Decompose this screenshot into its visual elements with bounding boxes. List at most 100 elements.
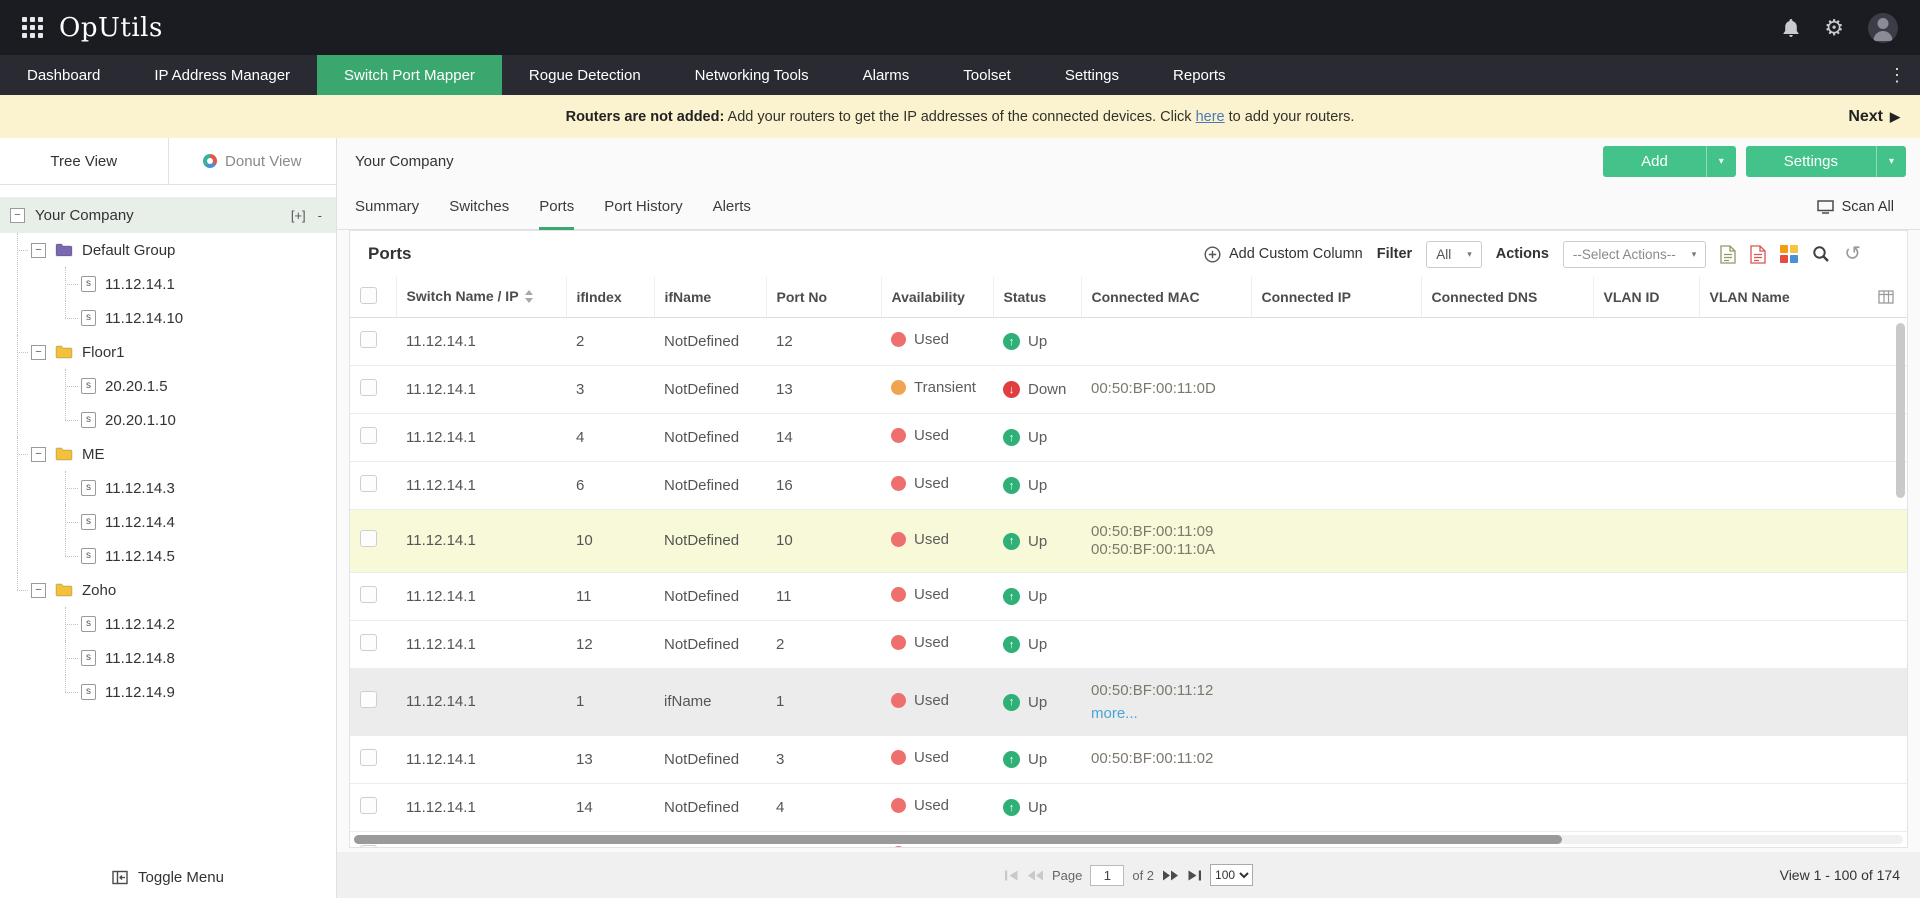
table-row[interactable]: 11.12.14.1 2 NotDefined 12 Used ↑Up	[350, 317, 1907, 365]
nav-item-switch-port-mapper[interactable]: Switch Port Mapper	[317, 55, 502, 95]
column-chooser-color-grid-icon[interactable]	[1780, 245, 1798, 263]
export-pdf-icon[interactable]	[1750, 245, 1766, 264]
tree-item-switch[interactable]: s 11.12.14.10	[61, 301, 336, 335]
nav-item-toolset[interactable]: Toolset	[936, 55, 1038, 95]
row-checkbox[interactable]	[360, 427, 377, 444]
sidebar-tab-tree-view[interactable]: Tree View	[0, 138, 168, 184]
row-checkbox[interactable]	[360, 475, 377, 492]
column-header-status[interactable]: Status	[993, 277, 1081, 317]
tab-alerts[interactable]: Alerts	[713, 184, 751, 229]
column-header-port-no[interactable]: Port No	[766, 277, 881, 317]
row-checkbox[interactable]	[360, 845, 377, 849]
vertical-scrollbar-thumb[interactable]	[1896, 323, 1905, 498]
bell-icon[interactable]	[1782, 18, 1800, 38]
tree-group-row[interactable]: − Zoho	[31, 573, 336, 607]
table-row[interactable]: 11.12.14.1 6 NotDefined 16 Used ↑Up	[350, 461, 1907, 509]
table-row[interactable]: 11.12.14.1 1 ifName 1 Used ↑Up 00:50:BF:…	[350, 668, 1907, 735]
pagination-last-button[interactable]	[1187, 870, 1202, 881]
column-header-connected-mac[interactable]: Connected MAC	[1081, 277, 1251, 317]
row-checkbox[interactable]	[360, 797, 377, 814]
apps-grid-icon[interactable]	[22, 17, 43, 38]
refresh-icon[interactable]: ↺	[1844, 244, 1861, 264]
column-header-switch-name-ip[interactable]: Switch Name / IP	[396, 277, 566, 317]
table-row[interactable]: 11.12.14.1 4 NotDefined 14 Used ↑Up	[350, 413, 1907, 461]
tab-switches[interactable]: Switches	[449, 184, 509, 229]
tab-ports[interactable]: Ports	[539, 184, 574, 229]
tree-item-switch[interactable]: s 11.12.14.1	[61, 267, 336, 301]
row-checkbox[interactable]	[360, 749, 377, 766]
tree-item-switch[interactable]: s 11.12.14.2	[61, 607, 336, 641]
sidebar-tab-donut-view[interactable]: Donut View	[168, 138, 337, 184]
nav-overflow-kebab-icon[interactable]: ⋮	[1874, 55, 1920, 95]
tree-item-switch[interactable]: s 11.12.14.9	[61, 675, 336, 709]
tree-root-your-company[interactable]: − Your Company [+] -	[0, 197, 336, 233]
tab-summary[interactable]: Summary	[355, 184, 419, 229]
column-header-connected-ip[interactable]: Connected IP	[1251, 277, 1421, 317]
column-header-vlan-name[interactable]: VLAN Name	[1699, 277, 1907, 317]
column-settings-grid-icon[interactable]	[1878, 290, 1894, 309]
tree-item-switch[interactable]: s 20.20.1.5	[61, 369, 336, 403]
scan-all-button[interactable]: Scan All	[1817, 184, 1894, 229]
table-row[interactable]: 11.12.14.1 13 NotDefined 3 Used ↑Up 00:5…	[350, 735, 1907, 783]
nav-item-settings[interactable]: Settings	[1038, 55, 1146, 95]
row-checkbox[interactable]	[360, 530, 377, 547]
page-size-select[interactable]: 100	[1210, 864, 1253, 886]
collapse-icon[interactable]: −	[10, 208, 25, 223]
table-row[interactable]: 11.12.14.1 12 NotDefined 2 Used ↑Up	[350, 620, 1907, 668]
actions-dropdown[interactable]: --Select Actions-- ▾	[1563, 241, 1706, 268]
add-group-control[interactable]: [+]	[291, 208, 306, 223]
settings-button[interactable]: Settings ▾	[1746, 146, 1906, 177]
nav-item-reports[interactable]: Reports	[1146, 55, 1253, 95]
nav-item-networking-tools[interactable]: Networking Tools	[668, 55, 836, 95]
tree-item-switch[interactable]: s 11.12.14.4	[61, 505, 336, 539]
collapse-all-control[interactable]: -	[318, 208, 322, 223]
search-icon[interactable]	[1812, 245, 1830, 263]
nav-item-alarms[interactable]: Alarms	[836, 55, 937, 95]
table-row[interactable]: 11.12.14.1 3 NotDefined 13 Transient ↓Do…	[350, 365, 1907, 413]
add-dropdown-caret-icon[interactable]: ▾	[1706, 146, 1736, 177]
export-csv-icon[interactable]	[1720, 245, 1736, 264]
collapse-icon[interactable]: −	[31, 447, 46, 462]
tree-item-switch[interactable]: s 11.12.14.8	[61, 641, 336, 675]
column-header-ifindex[interactable]: ifIndex	[566, 277, 654, 317]
tab-port-history[interactable]: Port History	[604, 184, 682, 229]
row-checkbox[interactable]	[360, 379, 377, 396]
add-custom-column-button[interactable]: Add Custom Column	[1204, 246, 1363, 263]
pagination-first-button[interactable]	[1004, 870, 1019, 881]
collapse-icon[interactable]: −	[31, 243, 46, 258]
pagination-next-button[interactable]	[1162, 870, 1179, 881]
column-header-connected-dns[interactable]: Connected DNS	[1421, 277, 1593, 317]
settings-dropdown-caret-icon[interactable]: ▾	[1876, 146, 1906, 177]
gear-icon[interactable]: ⚙	[1824, 17, 1844, 39]
horizontal-scrollbar-thumb[interactable]	[354, 835, 1562, 844]
tree-group-row[interactable]: − Default Group	[31, 233, 336, 267]
row-checkbox[interactable]	[360, 691, 377, 708]
tree-item-switch[interactable]: s 20.20.1.10	[61, 403, 336, 437]
column-header-vlan-id[interactable]: VLAN ID	[1593, 277, 1699, 317]
sort-icon[interactable]	[525, 290, 533, 306]
nav-item-rogue-detection[interactable]: Rogue Detection	[502, 55, 668, 95]
more-link[interactable]: more...	[1091, 705, 1241, 722]
user-avatar[interactable]	[1868, 13, 1898, 43]
next-button[interactable]: Next ▶	[1848, 95, 1900, 138]
tree-group-row[interactable]: − Floor1	[31, 335, 336, 369]
column-header-availability[interactable]: Availability	[881, 277, 993, 317]
tree-item-switch[interactable]: s 11.12.14.3	[61, 471, 336, 505]
table-row[interactable]: 11.12.14.1 11 NotDefined 11 Used ↑Up	[350, 572, 1907, 620]
row-checkbox[interactable]	[360, 586, 377, 603]
pagination-prev-button[interactable]	[1027, 870, 1044, 881]
tree-item-switch[interactable]: s 11.12.14.5	[61, 539, 336, 573]
select-all-checkbox[interactable]	[360, 287, 377, 304]
collapse-icon[interactable]: −	[31, 583, 46, 598]
row-checkbox[interactable]	[360, 331, 377, 348]
add-routers-link[interactable]: here	[1196, 109, 1225, 125]
toggle-menu-button[interactable]: Toggle Menu	[0, 869, 336, 886]
row-checkbox[interactable]	[360, 634, 377, 651]
column-header-ifname[interactable]: ifName	[654, 277, 766, 317]
nav-item-ip-address-manager[interactable]: IP Address Manager	[127, 55, 317, 95]
table-row[interactable]: 11.12.14.1 10 NotDefined 10 Used ↑Up 00:…	[350, 509, 1907, 572]
tree-group-row[interactable]: − ME	[31, 437, 336, 471]
nav-item-dashboard[interactable]: Dashboard	[0, 55, 127, 95]
add-button[interactable]: Add ▾	[1603, 146, 1736, 177]
table-row[interactable]: 11.12.14.1 14 NotDefined 4 Used ↑Up	[350, 783, 1907, 831]
